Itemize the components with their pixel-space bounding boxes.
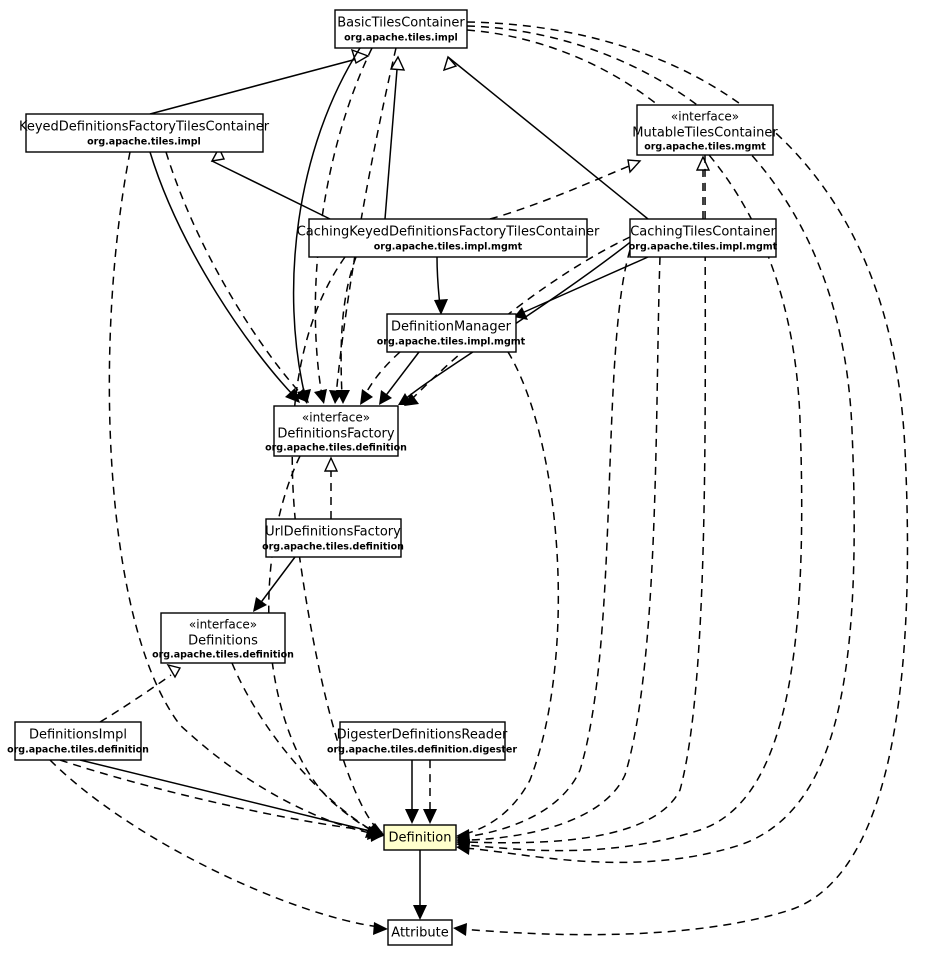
node-layer: BasicTilesContainer org.apache.tiles.imp…: [7, 9, 778, 946]
edge-cachingkeyed-implements-mutable: [489, 159, 642, 220]
class-package-mutable-tiles-container: org.apache.tiles.mgmt: [644, 142, 766, 153]
edge-layer: [49, 21, 909, 936]
class-node-url-definitions-factory[interactable]: UrlDefinitionsFactory org.apache.tiles.d…: [262, 518, 404, 558]
class-package-url-definitions-factory: org.apache.tiles.definition: [262, 542, 404, 553]
class-name-keyed-definitions-factory-tiles-container: KeyedDefinitionsFactoryTilesContainer: [19, 120, 270, 135]
class-name-definition: Definition: [389, 831, 452, 846]
class-package-basic-tiles-container: org.apache.tiles.impl: [344, 33, 458, 44]
edge-cachingkeyed-depends-definitionsfactory: [336, 256, 357, 404]
edge-definitionmanager-depends-definitionsfactory: [360, 351, 401, 405]
class-name-mutable-tiles-container: MutableTilesContainer: [632, 126, 778, 141]
class-node-definition-manager[interactable]: DefinitionManager org.apache.tiles.impl.…: [377, 313, 526, 353]
edge-definitionsimpl-depends-attribute: [49, 759, 388, 935]
edge-keyed-extends-basic: [149, 48, 370, 115]
class-node-basic-tiles-container[interactable]: BasicTilesContainer org.apache.tiles.imp…: [334, 9, 468, 49]
class-stereotype-mutable-tiles-container: «interface»: [671, 110, 739, 124]
class-stereotype-definitions: «interface»: [189, 618, 257, 632]
class-node-definitions[interactable]: «interface» Definitions org.apache.tiles…: [152, 612, 294, 664]
class-stereotype-definitions-factory: «interface»: [302, 411, 370, 425]
class-package-definitions: org.apache.tiles.definition: [152, 650, 294, 661]
class-node-caching-keyed-definitions-factory-tiles-container[interactable]: CachingKeyedDefinitionsFactoryTilesConta…: [297, 218, 600, 258]
class-name-caching-tiles-container: CachingTilesContainer: [630, 225, 776, 240]
class-node-mutable-tiles-container[interactable]: «interface» MutableTilesContainer org.ap…: [632, 104, 778, 156]
class-node-definition[interactable]: Definition: [383, 824, 457, 851]
edge-digester-assoc-definition: [405, 760, 419, 824]
edge-urlfactory-assoc-definitions: [253, 556, 296, 612]
class-name-definitions-impl: DefinitionsImpl: [29, 728, 127, 743]
class-package-definitions-impl: org.apache.tiles.definition: [7, 745, 149, 756]
class-name-attribute: Attribute: [391, 926, 448, 941]
class-package-definitions-factory: org.apache.tiles.definition: [265, 443, 407, 454]
edge-cachingtiles-implements-mutable: [695, 155, 711, 219]
edge-cachingtiles-extends-basic: [442, 55, 649, 220]
uml-class-diagram: BasicTilesContainer org.apache.tiles.imp…: [0, 0, 931, 963]
class-name-caching-keyed-definitions-factory-tiles-container: CachingKeyedDefinitionsFactoryTilesConta…: [297, 225, 600, 240]
edge-definitionmanager-depends-definition: [456, 339, 560, 842]
class-package-caching-tiles-container: org.apache.tiles.impl.mgmt: [629, 242, 778, 253]
edge-definitionsimpl-implements-definitions: [99, 663, 182, 723]
class-node-caching-tiles-container[interactable]: CachingTilesContainer org.apache.tiles.i…: [629, 218, 778, 258]
edge-definitionsimpl-assoc-definition: [79, 759, 383, 840]
edge-definitionsfactory-depends-definition: [268, 455, 386, 841]
class-name-url-definitions-factory: UrlDefinitionsFactory: [265, 525, 401, 540]
class-node-keyed-definitions-factory-tiles-container[interactable]: KeyedDefinitionsFactoryTilesContainer or…: [19, 113, 270, 153]
edge-digester-depends-definition: [423, 760, 437, 824]
edge-definitionsimpl-depends-definition: [59, 759, 383, 839]
edge-keyed-depends-definitionsfactory: [165, 151, 309, 403]
class-package-caching-keyed-definitions-factory-tiles-container: org.apache.tiles.impl.mgmt: [374, 242, 523, 253]
edge-cachingkeyed-assoc-definitionmanager: [434, 256, 448, 315]
class-node-definitions-impl[interactable]: DefinitionsImpl org.apache.tiles.definit…: [7, 721, 149, 761]
class-name-digester-definitions-reader: DigesterDefinitionsReader: [337, 728, 508, 743]
class-package-keyed-definitions-factory-tiles-container: org.apache.tiles.impl: [87, 137, 201, 148]
class-node-attribute[interactable]: Attribute: [387, 919, 453, 946]
edge-urlfactory-implements-definitionsfactory: [323, 456, 339, 519]
class-name-basic-tiles-container: BasicTilesContainer: [337, 16, 465, 31]
class-package-digester-definitions-reader: org.apache.tiles.definition.digester: [327, 745, 517, 756]
class-name-definitions: Definitions: [188, 634, 258, 649]
class-package-definition-manager: org.apache.tiles.impl.mgmt: [377, 337, 526, 348]
class-node-digester-definitions-reader[interactable]: DigesterDefinitionsReader org.apache.til…: [327, 721, 517, 761]
class-node-definitions-factory[interactable]: «interface» DefinitionsFactory org.apach…: [265, 405, 407, 457]
class-name-definition-manager: DefinitionManager: [391, 320, 512, 335]
edge-definition-assoc-attribute: [413, 850, 427, 920]
class-name-definitions-factory: DefinitionsFactory: [277, 427, 395, 442]
edge-basic-depends-attribute: [453, 21, 909, 936]
